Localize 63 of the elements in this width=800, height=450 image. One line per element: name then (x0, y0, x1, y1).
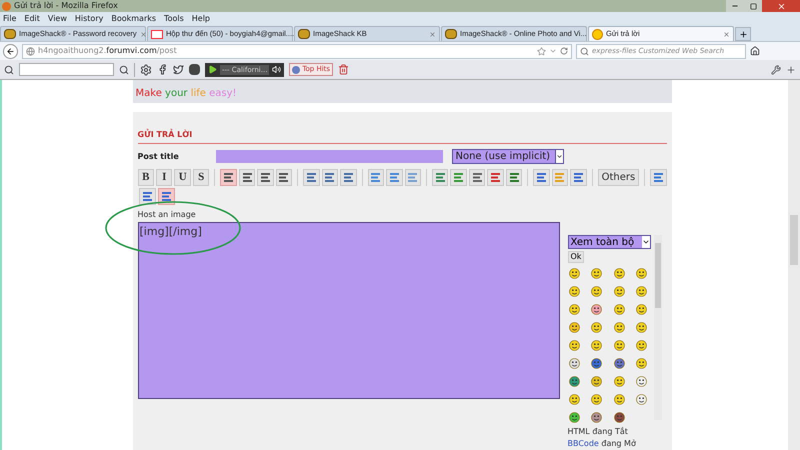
html-status: HTML đang Tắt (568, 426, 629, 438)
format-button[interactable]: Others (598, 169, 640, 186)
justify-icon[interactable] (276, 169, 292, 186)
menu-item[interactable]: History (74, 14, 104, 22)
url-text: h4ngoaithuong2.forumvi.com/post (38, 47, 177, 55)
star-icon[interactable] (537, 46, 546, 56)
format-button[interactable]: B (138, 169, 154, 186)
plus-icon (738, 30, 748, 38)
window-title: Gửi trả lời - Mozilla Firefox (14, 2, 118, 10)
wrench-icon[interactable] (771, 64, 781, 74)
twitter-icon[interactable] (173, 64, 184, 75)
align-right-icon[interactable] (257, 169, 274, 186)
search-icon[interactable] (4, 64, 14, 74)
close-icon[interactable] (429, 30, 436, 38)
host-image-link[interactable]: Host an image (138, 209, 666, 221)
field-label: Post title (138, 150, 180, 162)
format-button[interactable]: I (156, 169, 172, 186)
bbcode-status: BBCode đang Mở (568, 438, 637, 450)
back-button[interactable] (3, 44, 18, 58)
close-icon[interactable] (723, 30, 730, 38)
address-field[interactable]: h4ngoaithuong2.forumvi.com/post (22, 44, 572, 58)
icon-select[interactable]: None (use implicit) (452, 149, 564, 164)
message-field[interactable]: [img][/img] (138, 222, 560, 399)
smilies-scrollbar[interactable] (654, 235, 662, 420)
format-button[interactable]: U (174, 169, 191, 186)
maximize-button[interactable] (744, 0, 762, 12)
close-icon (776, 2, 786, 10)
menu-item[interactable]: File (3, 14, 16, 22)
globe-icon (26, 46, 35, 56)
dropdown-icon (554, 150, 562, 163)
section-heading: GỬI TRẢ LỜI (138, 129, 666, 144)
bbcode-link[interactable]: BBCode (568, 439, 599, 448)
align-center-icon[interactable] (238, 169, 256, 186)
toolbar-search-field[interactable] (19, 63, 114, 76)
dropdown-icon (642, 236, 650, 248)
menu-item[interactable]: Tools (164, 14, 184, 22)
dropdown-icon[interactable] (549, 47, 557, 55)
gear-icon[interactable] (140, 64, 152, 76)
ok-button[interactable]: Ok (568, 251, 584, 263)
minimize-button[interactable] (726, 0, 744, 12)
menu-item[interactable]: View (48, 14, 67, 22)
close-icon[interactable] (140, 30, 147, 38)
home-icon[interactable] (750, 46, 760, 56)
align-left-icon[interactable] (220, 169, 237, 186)
search-icon[interactable] (119, 64, 129, 74)
format-button[interactable]: S (192, 169, 210, 186)
menu-item[interactable]: Edit (24, 14, 40, 22)
search-icon (580, 46, 589, 56)
new-tab-button[interactable] (735, 27, 751, 41)
trash-icon[interactable] (338, 64, 350, 75)
speaker-icon[interactable] (272, 65, 282, 74)
post-title-field[interactable] (216, 150, 442, 163)
smilies-select[interactable]: Xem toàn bộ (568, 235, 650, 249)
plus-icon[interactable] (786, 64, 796, 74)
play-icon[interactable] (208, 65, 217, 74)
slogan: Make your life easy! (136, 89, 237, 99)
menu-item[interactable]: Help (192, 14, 210, 22)
page-scrollbar[interactable] (788, 80, 800, 450)
back-arrow-icon (6, 46, 15, 56)
facebook-icon[interactable] (157, 64, 168, 75)
maximize-icon (750, 2, 756, 10)
reload-icon[interactable] (560, 47, 568, 55)
menu-item[interactable]: Bookmarks (111, 14, 156, 22)
